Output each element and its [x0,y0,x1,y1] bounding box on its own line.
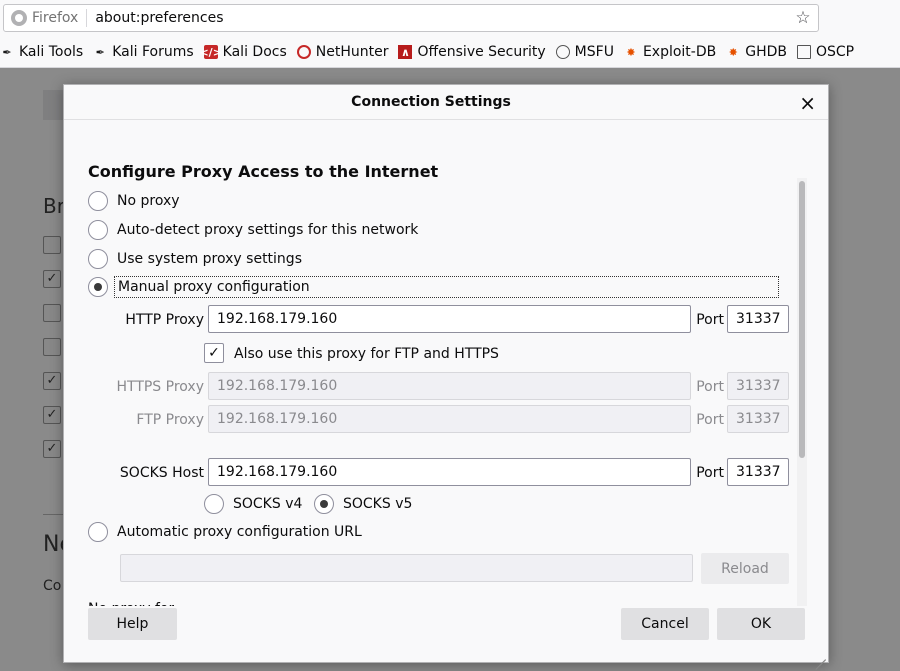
https-proxy-label: HTTPS Proxy [116,379,204,395]
http-proxy-label: HTTP Proxy [125,312,204,328]
socks-port-label: Port [696,465,724,481]
https-port-label: Port [696,379,724,395]
bg-checkbox [43,236,61,254]
section-heading-partial: Br [43,194,65,218]
bookmark-label: Offensive Security [417,44,546,60]
no-proxy-for-label: No proxy for [88,601,174,606]
dialog-title: Connection Settings [351,94,511,110]
bookmark-label: GHDB [745,44,787,60]
ok-button[interactable]: OK [717,608,805,640]
url-text[interactable]: about:preferences [95,10,791,26]
bookmark-label: NetHunter [315,44,389,60]
bookmark-nethunter[interactable]: NetHunter [296,44,389,60]
ftp-port-input[interactable] [727,405,789,433]
bookmark-kali-forums[interactable]: ✒ Kali Forums [93,44,194,60]
offsec-icon: ∧ [398,45,413,59]
dialog-body: Configure Proxy Access to the Internet N… [64,121,828,606]
firefox-icon [11,10,27,26]
bookmark-star-icon[interactable]: ☆ [791,8,815,28]
bookmark-msfu[interactable]: MSFU [555,44,614,60]
radio-button[interactable] [88,277,108,297]
radio-no-proxy[interactable]: No proxy [88,191,180,211]
bg-text-partial: Co [43,578,62,594]
http-proxy-input[interactable] [208,305,691,333]
radio-auto-proxy-url[interactable]: Automatic proxy configuration URL [88,522,362,542]
also-use-checkbox[interactable]: ✓ [204,343,224,363]
bookmark-label: Kali Tools [19,44,84,60]
bg-checkbox: ✓ [43,372,61,390]
browser-toolbar: Firefox about:preferences ☆ [0,0,900,37]
radio-system-proxy[interactable]: Use system proxy settings [88,249,302,269]
divider [43,514,63,515]
help-button[interactable]: Help [88,608,177,640]
radio-label: Automatic proxy configuration URL [117,524,362,540]
ghdb-icon: ✸ [728,45,738,59]
section-title: Configure Proxy Access to the Internet [88,162,439,181]
identity-label: Firefox [32,10,79,26]
http-port-input[interactable] [727,305,789,333]
socks-port-input[interactable] [727,458,789,486]
radio-label: No proxy [117,193,180,209]
url-separator [86,9,88,27]
auto-proxy-url-input[interactable] [120,554,693,582]
radio-button[interactable] [88,522,108,542]
globe-icon [555,45,570,59]
radio-button[interactable] [88,249,108,269]
bookmark-kali-docs[interactable]: </> Kali Docs [199,44,287,60]
https-proxy-input[interactable] [208,372,691,400]
ftp-proxy-label: FTP Proxy [136,412,204,428]
radio-label: SOCKS v4 [233,496,303,512]
kali-dragon-icon: ✒ [2,45,12,59]
bookmark-exploit-db[interactable]: ✸ Exploit-DB [624,44,716,60]
bookmark-label: Kali Forums [112,44,194,60]
bookmark-label: OSCP [816,44,855,60]
socks-host-label: SOCKS Host [119,465,204,481]
radio-socks-v4[interactable]: SOCKS v4 [204,494,302,514]
radio-label: Manual proxy configuration [114,276,779,298]
bg-checkbox: ✓ [43,440,61,458]
radio-button[interactable] [314,494,334,514]
folder-icon [797,45,811,59]
exploit-db-icon: ✸ [626,45,636,59]
bookmark-offensive-security[interactable]: ∧ Offensive Security [398,44,546,60]
bookmark-kali-tools[interactable]: ✒ Kali Tools [0,44,83,60]
radio-label: SOCKS v5 [343,496,413,512]
http-port-label: Port [696,312,724,328]
bg-checkbox: ✓ [43,406,61,424]
bookmark-ghdb[interactable]: ✸ GHDB [726,44,787,60]
reload-button[interactable]: Reload [701,553,789,584]
kali-docs-icon: </> [199,45,222,59]
radio-button[interactable] [88,220,108,240]
radio-socks-v5[interactable]: SOCKS v5 [314,494,412,514]
radio-button[interactable] [88,191,108,211]
radio-label: Use system proxy settings [117,251,302,267]
resize-grip-icon[interactable] [814,648,826,660]
https-port-input[interactable] [727,372,789,400]
bookmark-oscp[interactable]: OSCP [797,44,854,60]
kali-dragon-icon: ✒ [95,45,105,59]
also-use-label: Also use this proxy for FTP and HTTPS [234,346,499,362]
bookmark-label: MSFU [574,44,614,60]
radio-label: Auto-detect proxy settings for this netw… [117,222,419,238]
ftp-port-label: Port [696,412,724,428]
url-bar[interactable]: Firefox about:preferences ☆ [3,4,819,32]
info-box [43,90,65,120]
scrollbar-thumb[interactable] [799,181,805,458]
bookmarks-toolbar: ✒ Kali Tools ✒ Kali Forums </> Kali Docs Ne… [0,37,900,68]
bg-checkbox [43,338,61,356]
bg-checkbox [43,304,61,322]
bookmark-label: Exploit-DB [642,44,717,60]
close-icon[interactable]: × [799,91,816,115]
radio-manual-proxy[interactable]: Manual proxy configuration [88,276,779,298]
socks-host-input[interactable] [208,458,691,486]
cancel-button[interactable]: Cancel [621,608,709,640]
connection-settings-dialog: Connection Settings × Configure Proxy Ac… [63,84,829,663]
nethunter-icon [296,45,311,59]
bg-checkbox: ✓ [43,270,61,288]
bookmark-label: Kali Docs [222,44,287,60]
dialog-header: Connection Settings × [64,85,828,120]
radio-button[interactable] [204,494,224,514]
radio-auto-detect[interactable]: Auto-detect proxy settings for this netw… [88,220,418,240]
ftp-proxy-input[interactable] [208,405,691,433]
